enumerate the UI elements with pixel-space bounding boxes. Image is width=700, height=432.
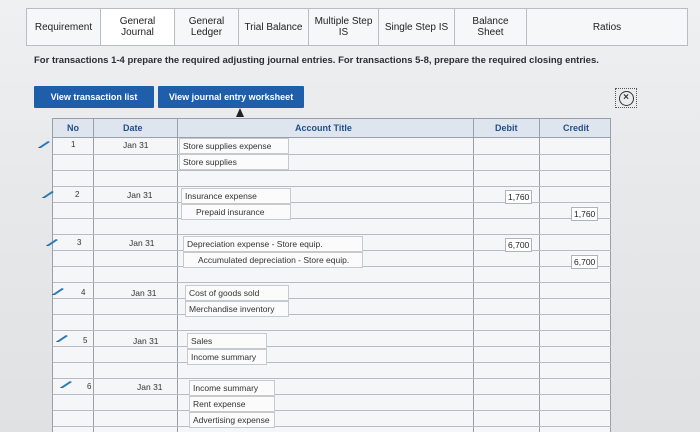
header-debit: Debit bbox=[495, 123, 518, 133]
entry-4-account-1[interactable]: Cost of goods sold bbox=[185, 285, 289, 301]
tab-bar: Requirement General Journal General Ledg… bbox=[26, 8, 688, 46]
edit-pencil-icon[interactable] bbox=[52, 287, 65, 295]
close-icon: × bbox=[618, 90, 634, 106]
header-credit: Credit bbox=[563, 123, 590, 133]
entry-2-account-1[interactable]: Insurance expense bbox=[181, 188, 291, 204]
entry-2-account-2[interactable]: Prepaid insurance bbox=[181, 204, 291, 220]
journal-table: No Date Account Title Debit Credit 1 Jan… bbox=[52, 118, 611, 432]
entry-1-date: Jan 31 bbox=[123, 140, 149, 150]
mouse-cursor-icon bbox=[236, 108, 244, 117]
entry-3-date: Jan 31 bbox=[129, 238, 155, 248]
entry-1-no: 1 bbox=[71, 140, 76, 149]
tab-ratios[interactable]: Ratios bbox=[527, 9, 687, 45]
entry-4-no: 4 bbox=[81, 288, 86, 297]
tab-balance-sheet[interactable]: Balance Sheet bbox=[455, 9, 527, 45]
entry-2-no: 2 bbox=[75, 190, 80, 199]
entry-2-credit[interactable]: 1,760 bbox=[571, 207, 599, 221]
entry-4-date: Jan 31 bbox=[131, 288, 157, 298]
entry-3-credit[interactable]: 6,700 bbox=[571, 255, 599, 269]
entry-6-account-2[interactable]: Rent expense bbox=[189, 396, 275, 412]
tab-multiple-step-is[interactable]: Multiple Step IS bbox=[309, 9, 379, 45]
entry-6-no: 6 bbox=[87, 382, 92, 391]
entry-5-no: 5 bbox=[83, 336, 88, 345]
tab-requirement[interactable]: Requirement bbox=[27, 9, 101, 45]
entry-4-account-2[interactable]: Merchandise inventory bbox=[185, 301, 289, 317]
view-journal-worksheet-button[interactable]: View journal entry worksheet bbox=[158, 86, 304, 108]
view-transaction-list-button[interactable]: View transaction list bbox=[34, 86, 154, 108]
entry-1-account-1[interactable]: Store supplies expense bbox=[179, 138, 289, 154]
edit-pencil-icon[interactable] bbox=[38, 140, 51, 148]
entry-2-debit[interactable]: 1,760 bbox=[505, 190, 533, 204]
entry-6-account-1[interactable]: Income summary bbox=[189, 380, 275, 396]
entry-3-no: 3 bbox=[77, 238, 82, 247]
header-account-title: Account Title bbox=[295, 123, 352, 133]
entry-5-account-1[interactable]: Sales bbox=[187, 333, 267, 349]
tab-general-journal[interactable]: General Journal bbox=[101, 9, 175, 45]
header-no: No bbox=[67, 123, 79, 133]
entry-3-account-1[interactable]: Depreciation expense - Store equip. bbox=[183, 236, 363, 252]
edit-pencil-icon[interactable] bbox=[60, 380, 73, 388]
instructions-text: For transactions 1-4 prepare the require… bbox=[34, 55, 599, 66]
tab-general-ledger[interactable]: General Ledger bbox=[175, 9, 239, 45]
table-header: No Date Account Title Debit Credit bbox=[53, 118, 611, 138]
edit-pencil-icon[interactable] bbox=[46, 238, 59, 246]
entry-2-date: Jan 31 bbox=[127, 190, 153, 200]
entry-1-account-2[interactable]: Store supplies bbox=[179, 154, 289, 170]
tab-trial-balance[interactable]: Trial Balance bbox=[239, 9, 309, 45]
entry-6-account-3[interactable]: Advertising expense bbox=[189, 412, 275, 428]
close-button[interactable]: × bbox=[615, 88, 637, 108]
entry-3-debit[interactable]: 6,700 bbox=[505, 238, 533, 252]
header-date: Date bbox=[123, 123, 143, 133]
entry-3-account-2[interactable]: Accumulated depreciation - Store equip. bbox=[183, 252, 363, 268]
tab-single-step-is[interactable]: Single Step IS bbox=[379, 9, 455, 45]
entry-5-date: Jan 31 bbox=[133, 336, 159, 346]
entry-6-date: Jan 31 bbox=[137, 382, 163, 392]
entry-5-account-2[interactable]: Income summary bbox=[187, 349, 267, 365]
edit-pencil-icon[interactable] bbox=[42, 190, 55, 198]
screen: Requirement General Journal General Ledg… bbox=[0, 0, 700, 432]
edit-pencil-icon[interactable] bbox=[56, 334, 69, 342]
